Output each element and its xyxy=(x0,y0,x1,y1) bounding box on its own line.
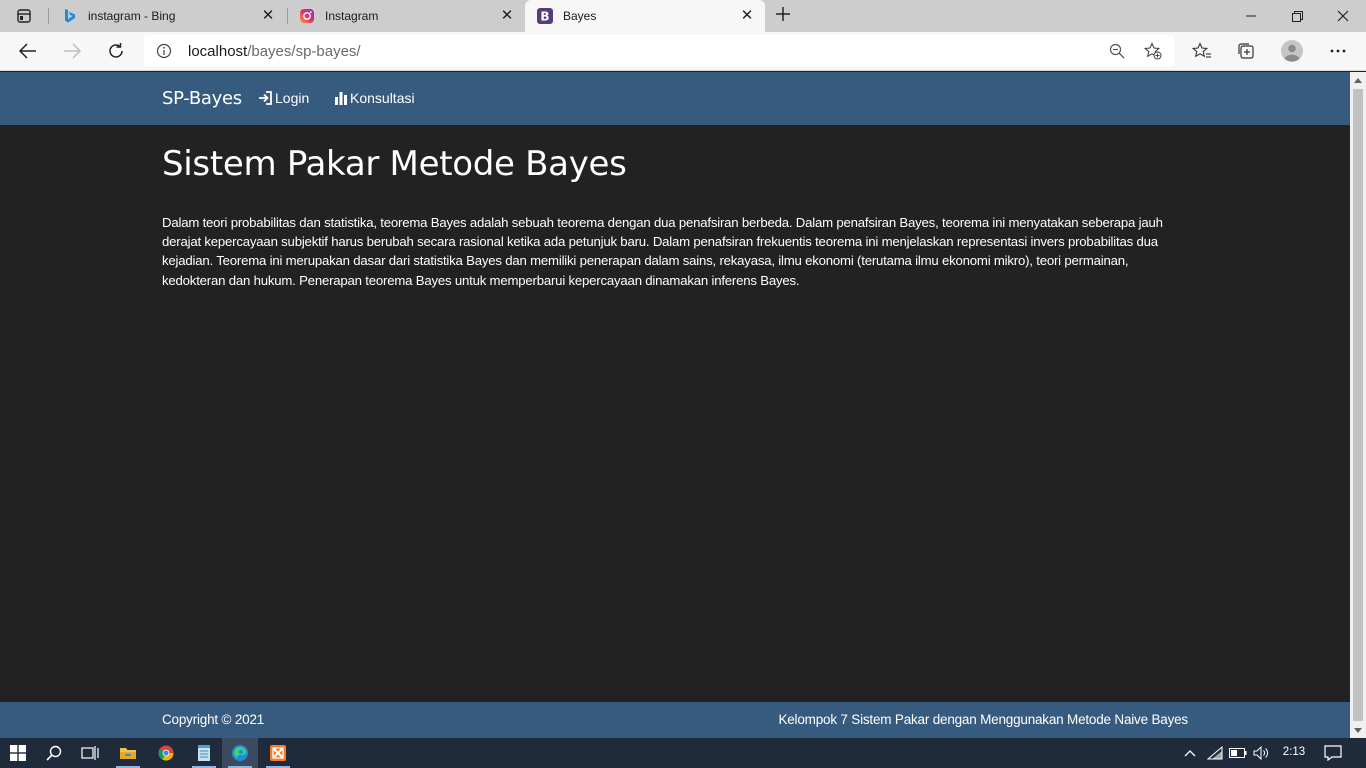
close-window-button[interactable] xyxy=(1320,0,1366,32)
login-icon xyxy=(259,91,272,105)
main-content: Sistem Pakar Metode Bayes Dalam teori pr… xyxy=(162,142,1192,290)
tab-title: Instagram xyxy=(325,9,379,23)
tab-title: Bayes xyxy=(563,9,597,23)
scroll-down-arrow[interactable] xyxy=(1350,722,1366,738)
avatar-icon xyxy=(1281,40,1303,62)
navbar-brand[interactable]: SP-Bayes xyxy=(162,88,242,109)
notifications-icon[interactable] xyxy=(1324,744,1342,762)
notepad-icon xyxy=(198,745,210,761)
tab-instagram[interactable]: Instagram ✕ xyxy=(287,0,525,32)
url-path: /bayes/sp-bayes/ xyxy=(247,43,361,60)
task-view-button[interactable] xyxy=(72,738,108,768)
taskbar-chrome[interactable] xyxy=(148,738,184,768)
profile-button[interactable] xyxy=(1276,36,1308,66)
page-title: Sistem Pakar Metode Bayes xyxy=(162,144,627,184)
new-tab-button[interactable] xyxy=(770,4,796,28)
volume-icon[interactable] xyxy=(1252,744,1270,762)
tab-separator xyxy=(48,8,49,24)
back-arrow-icon xyxy=(19,43,36,59)
more-icon xyxy=(1330,49,1346,53)
collections-icon xyxy=(1238,43,1254,59)
browser-toolbar: localhost/bayes/sp-bayes/ xyxy=(0,32,1366,71)
start-button[interactable] xyxy=(0,738,36,768)
tab-bayes[interactable]: B Bayes ✕ xyxy=(525,0,765,32)
bing-icon xyxy=(62,8,78,24)
plus-icon xyxy=(776,7,790,21)
scroll-up-arrow[interactable] xyxy=(1350,72,1366,88)
tab-actions-icon xyxy=(17,9,31,23)
file-explorer-icon xyxy=(120,748,136,759)
footer-credit: Kelompok 7 Sistem Pakar dengan Menggunak… xyxy=(778,712,1188,727)
bar-chart-icon xyxy=(335,91,347,105)
windows-start-icon xyxy=(10,745,26,761)
windows-taskbar: 2:13 xyxy=(0,738,1366,768)
refresh-icon xyxy=(109,43,123,58)
zoom-icon[interactable] xyxy=(1108,42,1126,60)
svg-text:B: B xyxy=(540,10,549,24)
chrome-icon xyxy=(158,745,174,761)
forward-arrow-icon xyxy=(64,43,81,59)
url-host: localhost xyxy=(188,43,248,60)
favorites-icon xyxy=(1192,42,1211,58)
instagram-icon xyxy=(299,8,315,24)
close-icon xyxy=(1337,10,1349,22)
task-view-icon xyxy=(81,746,99,760)
intro-paragraph: Dalam teori probabilitas dan statistika,… xyxy=(162,215,1163,288)
collections-button[interactable] xyxy=(1230,36,1262,66)
browser-tab-strip: instagram - Bing ✕ Instagram ✕ B Bayes ✕ xyxy=(0,0,1366,32)
minimize-button[interactable] xyxy=(1228,0,1274,32)
bootstrap-icon: B xyxy=(537,8,553,24)
show-hidden-icons-button[interactable] xyxy=(1181,744,1199,762)
wifi-status-icon[interactable] xyxy=(1206,744,1224,762)
scroll-thumb[interactable] xyxy=(1353,89,1363,721)
chevron-up-icon xyxy=(1184,750,1196,757)
site-info-icon[interactable] xyxy=(156,43,172,59)
close-tab-icon[interactable]: ✕ xyxy=(739,8,755,24)
edge-icon xyxy=(232,745,248,761)
search-icon xyxy=(46,745,62,761)
close-tab-icon[interactable]: ✕ xyxy=(499,8,515,24)
settings-more-button[interactable] xyxy=(1322,36,1354,66)
nav-login-link[interactable]: Login xyxy=(258,90,309,106)
tab-bing[interactable]: instagram - Bing ✕ xyxy=(50,0,286,32)
back-button[interactable] xyxy=(12,36,44,66)
footer-copyright: Copyright © 2021 xyxy=(162,712,265,727)
footer: Copyright © 2021 Kelompok 7 Sistem Pakar… xyxy=(0,702,1350,738)
restore-button[interactable] xyxy=(1274,0,1320,32)
taskbar-xampp[interactable] xyxy=(260,738,296,768)
page-scrollbar[interactable] xyxy=(1350,72,1366,738)
close-tab-icon[interactable]: ✕ xyxy=(260,8,276,24)
add-favorite-icon[interactable] xyxy=(1144,42,1162,60)
taskbar-edge[interactable] xyxy=(222,738,258,768)
address-bar[interactable]: localhost/bayes/sp-bayes/ xyxy=(144,35,1174,67)
taskbar-clock[interactable]: 2:13 xyxy=(1272,746,1316,758)
minimize-icon xyxy=(1246,15,1256,17)
refresh-button[interactable] xyxy=(100,36,132,66)
nav-login-label: Login xyxy=(275,90,310,106)
favorites-button[interactable] xyxy=(1186,36,1218,66)
battery-icon[interactable] xyxy=(1229,744,1247,762)
taskbar-file-explorer[interactable] xyxy=(110,738,146,768)
xampp-icon xyxy=(270,745,286,761)
nav-konsultasi-label: Konsultasi xyxy=(350,90,415,106)
tab-actions-button[interactable] xyxy=(8,4,40,28)
tab-title: instagram - Bing xyxy=(88,9,176,23)
page-viewport: SP-Bayes Login Konsultasi Sistem Pakar M… xyxy=(0,72,1350,738)
nav-konsultasi-link[interactable]: Konsultasi xyxy=(334,90,415,106)
taskbar-search-button[interactable] xyxy=(36,738,72,768)
forward-button[interactable] xyxy=(56,36,88,66)
taskbar-notepad[interactable] xyxy=(186,738,222,768)
navbar: SP-Bayes Login Konsultasi xyxy=(0,72,1350,125)
restore-icon xyxy=(1291,10,1303,22)
url-text[interactable]: localhost/bayes/sp-bayes/ xyxy=(188,43,361,60)
